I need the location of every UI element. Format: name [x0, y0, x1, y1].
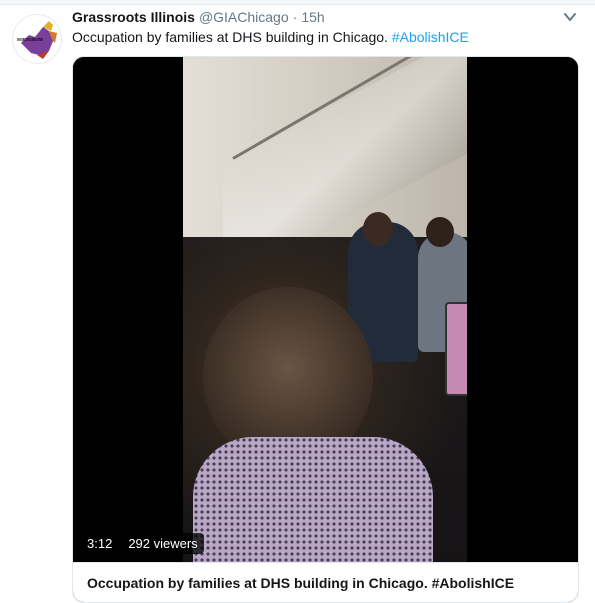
previous-tweet-edge [0, 0, 595, 5]
viewer-count-badge: 292 viewers [122, 533, 204, 554]
card-title: Occupation by families at DHS building i… [87, 575, 515, 591]
header-separator: · [292, 9, 298, 25]
hashtag-link[interactable]: #AbolishICE [392, 29, 469, 45]
author-handle[interactable]: @GIAChicago [199, 9, 289, 25]
avatar-text: GRASSROOTS ILLINOIS ACTION [17, 37, 43, 42]
card-title-bar[interactable]: Occupation by families at DHS building i… [73, 562, 578, 602]
chevron-down-icon[interactable] [563, 10, 577, 24]
avatar[interactable]: GRASSROOTS ILLINOIS ACTION [12, 14, 62, 64]
video-badges: 3:12 292 viewers [81, 533, 204, 554]
illinois-state-map-icon: GRASSROOTS ILLINOIS ACTION [17, 21, 57, 59]
tweet-text: Occupation by families at DHS building i… [72, 29, 469, 45]
tweet-timestamp[interactable]: 15h [301, 9, 324, 25]
video-player[interactable]: 3:12 292 viewers [73, 57, 578, 562]
video-thumbnail [183, 57, 467, 562]
video-duration-badge: 3:12 [81, 533, 119, 554]
author-display-name[interactable]: Grassroots Illinois [72, 9, 195, 25]
tweet-body: Occupation by families at DHS building i… [72, 29, 388, 45]
video-card[interactable]: 3:12 292 viewers Occupation by families … [72, 56, 579, 603]
tweet-header: Grassroots Illinois @GIAChicago · 15h [72, 6, 325, 28]
